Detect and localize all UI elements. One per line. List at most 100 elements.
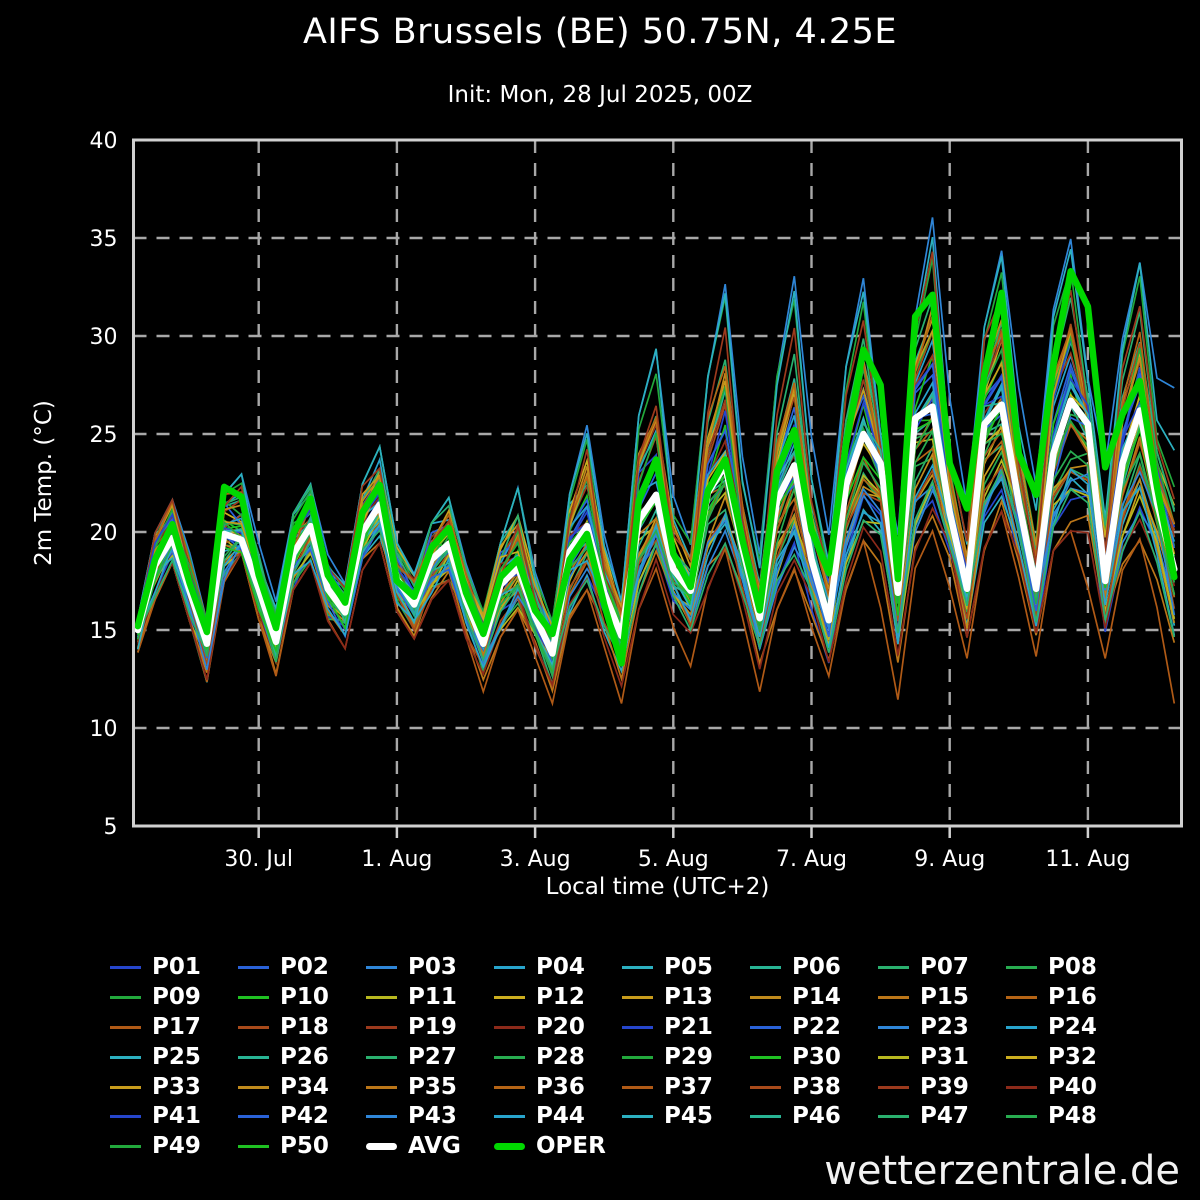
legend-label-p46: P46 xyxy=(792,1103,841,1130)
legend-label-p31: P31 xyxy=(920,1043,969,1070)
legend-swatch-p32 xyxy=(1006,1055,1037,1059)
x-tick-label-1Aug: 1. Aug xyxy=(361,847,432,872)
legend-label-p03: P03 xyxy=(408,954,457,981)
legend-item-p32: P32 xyxy=(998,1042,1126,1072)
legend-label-p44: P44 xyxy=(536,1103,585,1130)
legend-swatch-p47 xyxy=(878,1115,909,1119)
legend-swatch-p07 xyxy=(878,966,909,970)
legend-item-p11: P11 xyxy=(358,983,486,1013)
legend-item-p38: P38 xyxy=(742,1072,870,1102)
legend-item-p16: P16 xyxy=(998,983,1126,1013)
legend-swatch-p16 xyxy=(1006,996,1037,1000)
legend-swatch-p39 xyxy=(878,1085,909,1089)
x-tick-label-11Aug: 11. Aug xyxy=(1045,847,1130,872)
legend-item-p33: P33 xyxy=(102,1072,230,1102)
legend-label-p09: P09 xyxy=(152,984,201,1011)
legend-label-p29: P29 xyxy=(664,1043,713,1070)
legend-label-p01: P01 xyxy=(152,954,201,981)
legend-label-p48: P48 xyxy=(1048,1103,1097,1130)
legend-label-p12: P12 xyxy=(536,984,585,1011)
legend-item-p23: P23 xyxy=(870,1013,998,1043)
x-tick-label-5Aug: 5. Aug xyxy=(638,847,709,872)
legend-swatch-p11 xyxy=(366,996,397,1000)
legend-item-p27: P27 xyxy=(358,1042,486,1072)
legend-swatch-p36 xyxy=(494,1085,525,1089)
legend-item-p02: P02 xyxy=(230,953,358,983)
legend-label-avg: AVG xyxy=(408,1133,461,1160)
legend-swatch-p17 xyxy=(110,1025,141,1029)
legend-item-p01: P01 xyxy=(102,953,230,983)
y-tick-label-15: 15 xyxy=(90,619,118,644)
legend-label-p38: P38 xyxy=(792,1073,841,1100)
legend-item-p30: P30 xyxy=(742,1042,870,1072)
legend-item-p39: P39 xyxy=(870,1072,998,1102)
legend-label-p25: P25 xyxy=(152,1043,201,1070)
legend-item-p17: P17 xyxy=(102,1013,230,1043)
legend-swatch-p29 xyxy=(622,1055,653,1059)
legend-item-p05: P05 xyxy=(614,953,742,983)
legend-swatch-p43 xyxy=(366,1115,397,1119)
legend-swatch-p25 xyxy=(110,1055,141,1059)
legend-item-p03: P03 xyxy=(358,953,486,983)
legend-item-p49: P49 xyxy=(102,1132,230,1162)
legend-item-p47: P47 xyxy=(870,1102,998,1132)
legend-label-p13: P13 xyxy=(664,984,713,1011)
chart-legend: P01 P02 P03 P04 P05 P06 P07 P08 P09 P10 P11 P12 P13 P… xyxy=(102,953,1126,1162)
legend-label-p40: P40 xyxy=(1048,1073,1097,1100)
legend-label-p33: P33 xyxy=(152,1073,201,1100)
legend-label-p08: P08 xyxy=(1048,954,1097,981)
legend-label-p22: P22 xyxy=(792,1013,841,1040)
legend-item-p29: P29 xyxy=(614,1042,742,1072)
legend-label-p24: P24 xyxy=(1048,1013,1097,1040)
legend-item-p50: P50 xyxy=(230,1132,358,1162)
legend-item-p20: P20 xyxy=(486,1013,614,1043)
legend-swatch-p03 xyxy=(366,966,397,970)
legend-item-p43: P43 xyxy=(358,1102,486,1132)
legend-label-p30: P30 xyxy=(792,1043,841,1070)
legend-swatch-p23 xyxy=(878,1025,909,1029)
legend-swatch-p42 xyxy=(238,1115,269,1119)
legend-label-p17: P17 xyxy=(152,1013,201,1040)
legend-label-p37: P37 xyxy=(664,1073,713,1100)
legend-item-oper: OPER xyxy=(486,1132,614,1162)
legend-item-p45: P45 xyxy=(614,1102,742,1132)
legend-item-p44: P44 xyxy=(486,1102,614,1132)
legend-item-p15: P15 xyxy=(870,983,998,1013)
legend-swatch-avg xyxy=(366,1143,397,1151)
legend-item-p13: P13 xyxy=(614,983,742,1013)
legend-item-p09: P09 xyxy=(102,983,230,1013)
legend-item-p24: P24 xyxy=(998,1013,1126,1043)
legend-label-p49: P49 xyxy=(152,1133,201,1160)
legend-label-p39: P39 xyxy=(920,1073,969,1100)
legend-label-p43: P43 xyxy=(408,1103,457,1130)
legend-label-p02: P02 xyxy=(280,954,329,981)
legend-item-p06: P06 xyxy=(742,953,870,983)
legend-swatch-p09 xyxy=(110,996,141,1000)
legend-label-p27: P27 xyxy=(408,1043,457,1070)
legend-item-p21: P21 xyxy=(614,1013,742,1043)
legend-label-p42: P42 xyxy=(280,1103,329,1130)
legend-swatch-p08 xyxy=(1006,966,1037,970)
y-tick-label-5: 5 xyxy=(104,815,118,840)
legend-item-p19: P19 xyxy=(358,1013,486,1043)
legend-label-p45: P45 xyxy=(664,1103,713,1130)
x-tick-label-30Jul: 30. Jul xyxy=(224,847,293,872)
legend-label-p32: P32 xyxy=(1048,1043,1097,1070)
legend-swatch-p20 xyxy=(494,1025,525,1029)
y-tick-label-35: 35 xyxy=(90,227,118,252)
legend-label-p20: P20 xyxy=(536,1013,585,1040)
legend-label-p14: P14 xyxy=(792,984,841,1011)
legend-swatch-p21 xyxy=(622,1025,653,1029)
watermark: wetterzentrale.de xyxy=(824,1148,1180,1194)
legend-item-p35: P35 xyxy=(358,1072,486,1102)
y-tick-label-10: 10 xyxy=(90,717,118,742)
legend-item-p40: P40 xyxy=(998,1072,1126,1102)
legend-swatch-p50 xyxy=(238,1145,269,1149)
legend-swatch-p06 xyxy=(750,966,781,970)
legend-swatch-p27 xyxy=(366,1055,397,1059)
legend-item-p48: P48 xyxy=(998,1102,1126,1132)
legend-swatch-p22 xyxy=(750,1025,781,1029)
y-tick-label-40: 40 xyxy=(90,129,118,154)
legend-swatch-p35 xyxy=(366,1085,397,1089)
legend-item-p37: P37 xyxy=(614,1072,742,1102)
